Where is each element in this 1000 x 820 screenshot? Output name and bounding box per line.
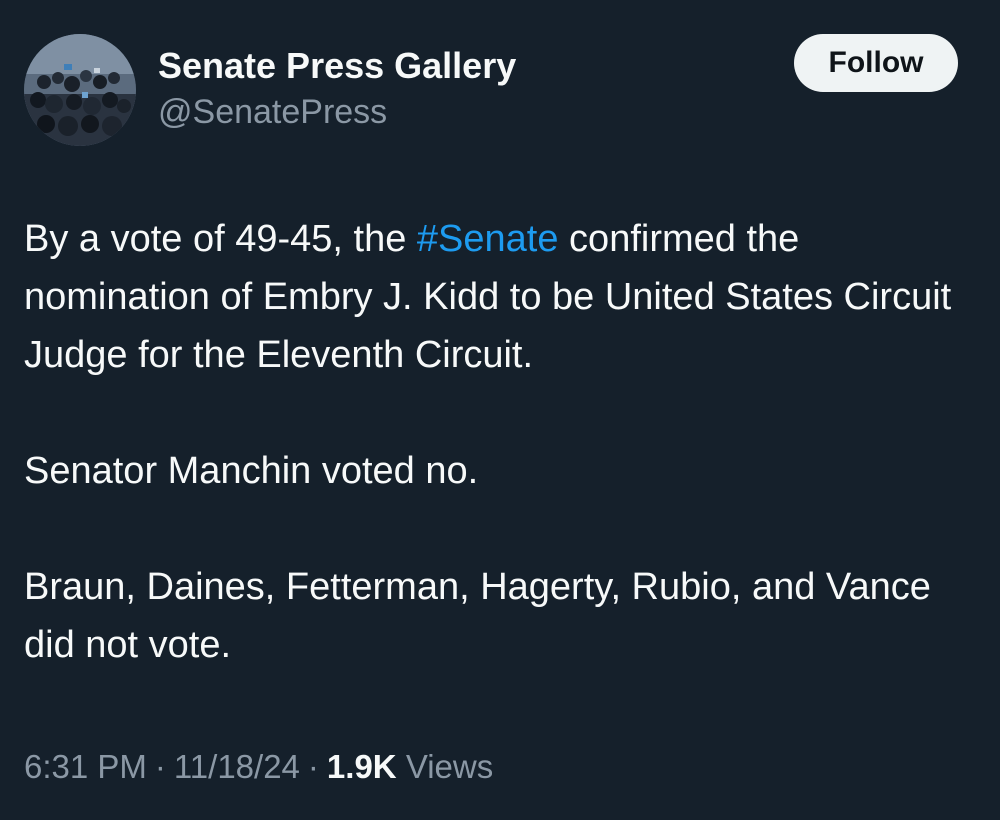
avatar[interactable] xyxy=(24,34,136,146)
tweet-text-segment: By a vote of 49-45, the xyxy=(24,218,417,260)
meta-separator: · xyxy=(154,748,166,785)
tweet-header: Senate Press Gallery @SenatePress Follow xyxy=(24,34,964,146)
author-display-name[interactable]: Senate Press Gallery xyxy=(158,44,516,88)
hashtag-link[interactable]: #Senate xyxy=(417,218,559,260)
tweet-date[interactable]: 11/18/24 xyxy=(174,748,300,785)
tweet-paragraph-3: Braun, Daines, Fetterman, Hagerty, Rubio… xyxy=(24,566,931,666)
views-label: Views xyxy=(405,748,494,785)
meta-separator: · xyxy=(307,748,319,785)
tweet-card: Senate Press Gallery @SenatePress Follow… xyxy=(0,0,1000,820)
tweet-meta: 6:31 PM · 11/18/24 · 1.9K Views xyxy=(24,744,493,790)
tweet-paragraph-1: By a vote of 49-45, the #Senate confirme… xyxy=(24,210,974,384)
follow-button[interactable]: Follow xyxy=(794,34,958,92)
author-handle[interactable]: @SenatePress xyxy=(158,90,516,134)
crowd-photo-icon xyxy=(24,34,136,146)
author-names: Senate Press Gallery @SenatePress xyxy=(158,44,516,134)
views-count: 1.9K xyxy=(326,748,397,785)
tweet-paragraph-2: Senator Manchin voted no. xyxy=(24,450,479,492)
tweet-time[interactable]: 6:31 PM xyxy=(24,748,147,785)
tweet-text: By a vote of 49-45, the #Senate confirme… xyxy=(24,210,974,674)
